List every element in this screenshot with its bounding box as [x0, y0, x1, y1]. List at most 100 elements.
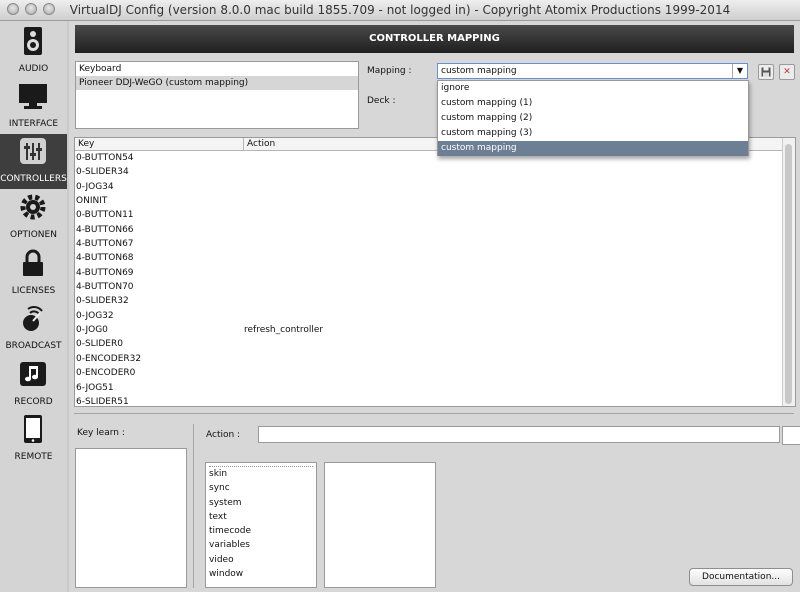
list-item[interactable]: text [206, 510, 316, 524]
table-row[interactable]: 0-SLIDER32 [75, 294, 795, 308]
key-cell: 4-BUTTON70 [76, 282, 134, 293]
save-mapping-button[interactable] [758, 64, 774, 80]
documentation-button[interactable]: Documentation... [689, 568, 793, 586]
key-cell: 4-BUTTON67 [76, 239, 134, 250]
column-header-action[interactable]: Action [243, 138, 275, 150]
chevron-down-icon[interactable]: ▼ [732, 64, 747, 78]
mapping-value: custom mapping [441, 66, 517, 76]
key-cell: 0-BUTTON11 [76, 210, 134, 221]
table-row[interactable]: ONINIT [75, 194, 795, 208]
table-body: 0-BUTTON54 0-SLIDER34 0-JOG34 ONINIT 0-BUTTO… [75, 151, 795, 407]
table-row[interactable]: 0-SLIDER0 [75, 337, 795, 351]
key-cell: 6-SLIDER51 [76, 396, 129, 407]
key-cell: 4-BUTTON69 [76, 267, 134, 278]
action-cell: refresh_controller [244, 325, 324, 336]
key-cell: 0-ENCODER32 [76, 353, 142, 364]
mapping-option[interactable]: custom mapping (1) [438, 96, 748, 111]
sidebar-item-label: CONTROLLERS [0, 174, 67, 184]
sidebar-item-label: OPTIONEN [10, 230, 57, 240]
table-row[interactable]: 4-BUTTON66 [75, 223, 795, 237]
list-item[interactable]: video [206, 553, 316, 567]
list-item[interactable]: timecode [206, 524, 316, 538]
vertical-scrollbar[interactable] [782, 138, 795, 406]
list-item[interactable]: variables [206, 538, 316, 552]
floppy-disk-icon [761, 67, 771, 77]
divider [193, 424, 194, 588]
sidebar-item-label: LICENSES [11, 286, 56, 296]
sidebar-item-record[interactable]: RECORD [0, 357, 67, 412]
key-cell: 0-JOG32 [76, 310, 114, 321]
action-label: Action : [206, 430, 241, 440]
mapping-select[interactable]: custom mapping ▼ [437, 63, 748, 79]
mapping-label: Mapping : [367, 66, 412, 76]
mapping-option[interactable]: ignore [438, 81, 748, 96]
sidebar-item-optionen[interactable]: OPTIONEN [0, 190, 67, 245]
mapping-dropdown: ignore custom mapping (1) custom mapping… [437, 80, 749, 156]
device-item-keyboard[interactable]: Keyboard [76, 62, 358, 76]
divider [74, 413, 794, 414]
sidebar-item-controllers[interactable]: CONTROLLERS [0, 134, 67, 189]
gear-icon [20, 194, 46, 220]
key-cell: ONINIT [76, 196, 108, 207]
deck-label: Deck : [367, 96, 396, 106]
key-learn-label: Key learn : [77, 428, 125, 438]
mapping-option[interactable]: custom mapping (2) [438, 111, 748, 126]
monitor-icon [19, 84, 47, 109]
table-row[interactable]: 0-SLIDER34 [75, 165, 795, 179]
music-note-icon [20, 362, 46, 386]
key-cell: 0-JOG0 [76, 325, 108, 336]
sidebar-item-label: RECORD [14, 397, 53, 407]
broadcast-icon [23, 306, 43, 331]
table-row[interactable]: 6-SLIDER51 [75, 395, 795, 407]
table-row[interactable]: 6-JOG51 [75, 381, 795, 395]
sidebar-item-audio[interactable]: AUDIO [0, 24, 67, 79]
page-title: CONTROLLER MAPPING [75, 25, 794, 53]
table-row[interactable]: 0-JOG34 [75, 180, 795, 194]
list-item[interactable]: system [206, 496, 316, 510]
key-cell: 0-BUTTON54 [76, 153, 134, 163]
mapping-option[interactable]: custom mapping (3) [438, 126, 748, 141]
key-cell: 0-ENCODER0 [76, 368, 136, 379]
table-row[interactable]: 0-JOG0 refresh_controller [75, 323, 795, 337]
action-input-side-button[interactable] [782, 426, 800, 445]
key-learn-box[interactable] [75, 448, 187, 588]
table-row[interactable]: 4-BUTTON67 [75, 237, 795, 251]
sidebar-item-remote[interactable]: REMOTE [0, 412, 67, 467]
table-row[interactable]: 4-BUTTON69 [75, 266, 795, 280]
sidebar-item-licenses[interactable]: LICENSES [0, 246, 67, 301]
speaker-icon [24, 27, 42, 55]
sidebar-item-label: BROADCAST [5, 341, 62, 351]
action-detail-list[interactable] [324, 462, 436, 588]
sidebar-item-label: INTERFACE [8, 119, 59, 129]
list-item[interactable]: window [206, 567, 316, 581]
sidebar-item-broadcast[interactable]: BROADCAST [0, 301, 67, 356]
list-item[interactable]: skin [206, 467, 316, 481]
key-cell: 4-BUTTON68 [76, 253, 134, 264]
sidebar: AUDIO INTERFACE CONTROLLERS OPTIONEN LIC… [0, 21, 67, 592]
delete-mapping-button[interactable]: ✕ [779, 64, 795, 80]
key-cell: 6-JOG51 [76, 382, 114, 393]
table-row[interactable]: 0-JOG32 [75, 309, 795, 323]
title-bar: VirtualDJ Config (version 8.0.0 mac buil… [0, 0, 800, 21]
scrollbar-thumb[interactable] [785, 144, 792, 404]
sidebar-item-interface[interactable]: INTERFACE [0, 79, 67, 134]
device-list[interactable]: Keyboard Pioneer DDJ-WeGO (custom mappin… [75, 61, 359, 129]
action-input[interactable] [258, 426, 780, 443]
table-row[interactable]: 4-BUTTON70 [75, 280, 795, 294]
device-item-pioneer[interactable]: Pioneer DDJ-WeGO (custom mapping) [76, 76, 358, 90]
table-row[interactable]: 0-ENCODER32 [75, 352, 795, 366]
key-cell: 0-SLIDER0 [76, 339, 123, 350]
action-category-list[interactable]: skin sync system text timecode variables… [205, 462, 317, 588]
table-row[interactable]: 0-ENCODER0 [75, 366, 795, 380]
key-cell: 0-SLIDER32 [76, 296, 129, 307]
key-action-table[interactable]: Key Action 0-BUTTON54 0-SLIDER34 0-JOG34 ON… [74, 137, 796, 407]
tablet-icon [24, 415, 42, 443]
table-row[interactable]: 4-BUTTON68 [75, 251, 795, 265]
sliders-icon [20, 138, 46, 164]
mapping-option-selected[interactable]: custom mapping [438, 141, 748, 156]
list-item[interactable]: sync [206, 481, 316, 495]
key-cell: 0-JOG34 [76, 181, 114, 192]
window-title: VirtualDJ Config (version 8.0.0 mac buil… [69, 3, 731, 17]
column-header-key[interactable]: Key [78, 138, 94, 150]
table-row[interactable]: 0-BUTTON11 [75, 208, 795, 222]
